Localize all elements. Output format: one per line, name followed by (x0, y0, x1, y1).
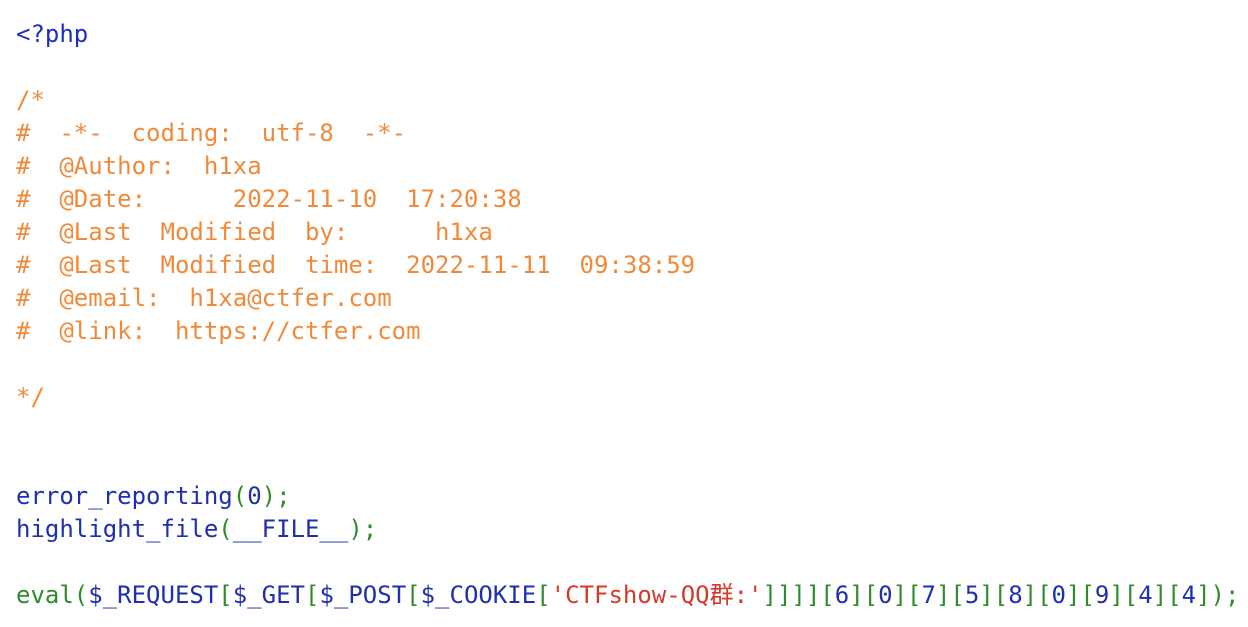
code-token-keyword: ][ (1022, 581, 1052, 609)
code-token-plain: 9 (1094, 581, 1110, 609)
code-token-plain: 8 (1008, 581, 1023, 609)
code-token-comment: # @email: h1xa@ctfer.com (16, 284, 392, 312)
code-token-keyword: ][ (1109, 581, 1139, 609)
code-line: error_reporting(0); (16, 480, 1239, 513)
code-token-keyword: ][ (979, 581, 1009, 609)
code-token-comment: # @Last Modified by: h1xa (16, 218, 493, 246)
code-line: # @email: h1xa@ctfer.com (16, 282, 1239, 315)
code-line: # @Date: 2022-11-10 17:20:38 (16, 183, 1239, 216)
code-token-plain: 6 (834, 581, 850, 609)
code-token-keyword: [ (406, 581, 421, 609)
code-token-keyword: ][ (892, 581, 922, 609)
code-token-keyword: ( (73, 581, 89, 609)
code-token-plain: $_GET (232, 581, 305, 609)
code-token-plain: 4 (1138, 581, 1153, 609)
code-token-plain: 0 (247, 482, 262, 510)
code-token-plain: 0 (1051, 581, 1066, 609)
code-token-plain: 5 (964, 581, 980, 609)
code-token-keyword: eval (16, 581, 74, 609)
code-line: eval($_REQUEST[$_GET[$_POST[$_COOKIE['CT… (16, 579, 1239, 612)
code-token-plain: $_REQUEST (88, 581, 219, 609)
code-line: # @Last Modified time: 2022-11-11 09:38:… (16, 249, 1239, 282)
code-token-comment: */ (16, 383, 45, 411)
code-token-plain: $_COOKIE (420, 581, 537, 609)
code-token-comment: # @Date: 2022-11-10 17:20:38 (16, 185, 522, 213)
code-line: /* (16, 84, 1239, 117)
code-token-comment: # @link: https://ctfer.com (16, 317, 421, 345)
code-token-comment: # @Last Modified time: 2022-11-11 09:38:… (16, 251, 696, 279)
code-token-keyword: ][ (935, 581, 965, 609)
code-token-keyword: ][ (1152, 581, 1182, 609)
code-token-plain: __FILE__ (232, 515, 349, 543)
code-token-keyword: ][ (1066, 581, 1095, 609)
code-token-keyword: [ (218, 581, 233, 609)
code-line: highlight_file(__FILE__); (16, 513, 1239, 546)
code-token-keyword: ][ (849, 581, 879, 609)
code-line: # @Author: h1xa (16, 150, 1239, 183)
code-token-plain: 4 (1181, 581, 1197, 609)
code-token-keyword: ( (218, 515, 233, 543)
code-token-keyword: ]]]][ (762, 581, 835, 609)
code-token-keyword: ); (348, 515, 378, 543)
code-token-comment: # @Author: h1xa (16, 152, 262, 180)
code-line: # @link: https://ctfer.com (16, 315, 1239, 348)
code-token-comment: /* (16, 86, 45, 114)
code-token-default: <?php (16, 20, 89, 48)
code-line: # -*- coding: utf-8 -*- (16, 117, 1239, 150)
code-token-plain: error_reporting (16, 482, 233, 510)
code-token-keyword: [ (305, 581, 320, 609)
code-token-plain: $_POST (319, 581, 407, 609)
highlighted-source-code: <?php /* # -*- coding: utf-8 -*- # @Author:… (16, 18, 1239, 612)
code-token-plain: 0 (878, 581, 893, 609)
code-token-keyword: ]); (1196, 581, 1240, 609)
code-token-string: 'CTFshow-QQ群:' (550, 581, 763, 609)
code-line: # @Last Modified by: h1xa (16, 216, 1239, 249)
code-token-keyword: [ (536, 581, 551, 609)
code-line: <?php (16, 18, 1239, 51)
code-token-keyword: ( (232, 482, 248, 510)
code-token-plain: 7 (921, 581, 936, 609)
code-token-plain: highlight_file (16, 515, 219, 543)
code-token-keyword: ); (261, 482, 291, 510)
code-line: */ (16, 381, 1239, 414)
code-token-comment: # -*- coding: utf-8 -*- (16, 119, 407, 147)
